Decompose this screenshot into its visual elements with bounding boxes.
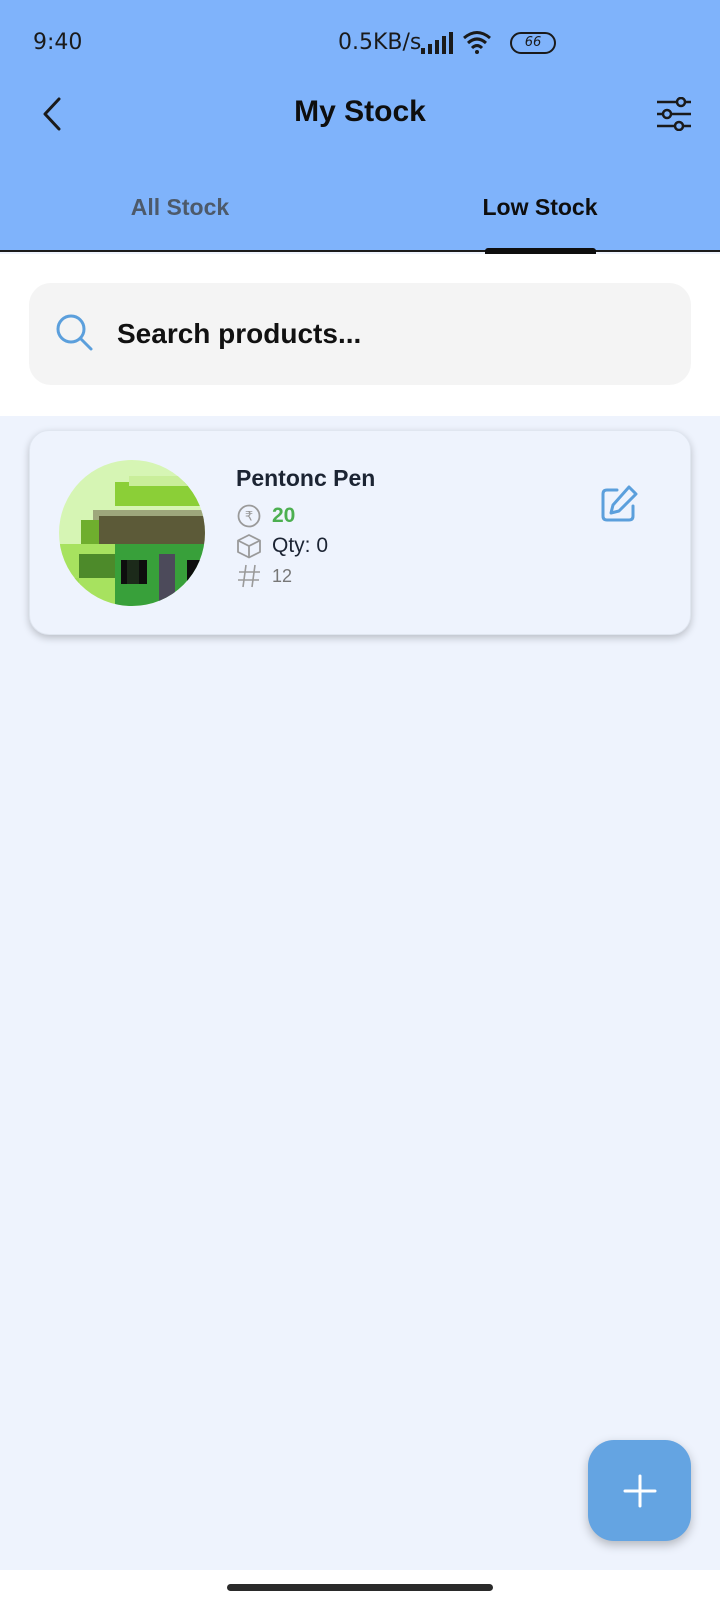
search-section (0, 254, 720, 416)
product-price-row: ₹ 20 (236, 503, 295, 529)
battery-indicator: 66 (510, 32, 556, 54)
svg-text:₹: ₹ (245, 510, 253, 525)
hash-icon (236, 563, 262, 589)
plus-icon (623, 1474, 656, 1507)
edit-icon (601, 485, 638, 522)
product-code: 12 (272, 565, 293, 586)
network-speed: 0.5KB/s (338, 30, 422, 55)
sliders-icon (657, 97, 691, 131)
search-icon (56, 314, 93, 351)
product-name: Pentonc Pen (236, 465, 376, 491)
tab-low-stock[interactable]: Low Stock (440, 194, 640, 221)
tab-all-stock[interactable]: All Stock (80, 194, 280, 221)
wifi-icon (462, 30, 492, 59)
signal-icon (420, 32, 454, 59)
box-icon (236, 533, 262, 559)
status-bar: 9:40 0.5KB/s 66 (0, 0, 720, 86)
product-qty-row: Qty: 0 (236, 533, 328, 559)
product-card[interactable]: Pentonc Pen ₹ 20 Qty: 0 12 (29, 430, 691, 635)
search-box[interactable] (29, 283, 691, 385)
rupee-icon: ₹ (236, 503, 262, 529)
add-product-button[interactable] (588, 1440, 691, 1541)
page-title: My Stock (294, 95, 426, 128)
home-indicator[interactable] (227, 1584, 493, 1591)
search-input[interactable] (117, 283, 677, 385)
app-header: 9:40 0.5KB/s 66 My Stock All Stock Low S… (0, 0, 720, 254)
edit-product-button[interactable] (596, 481, 642, 527)
filter-button[interactable] (650, 92, 698, 136)
product-price: 20 (272, 504, 296, 527)
product-quantity: Qty: 0 (272, 534, 329, 557)
product-image (59, 460, 205, 606)
status-time: 9:40 (33, 30, 83, 55)
product-code-row: 12 (236, 563, 292, 589)
